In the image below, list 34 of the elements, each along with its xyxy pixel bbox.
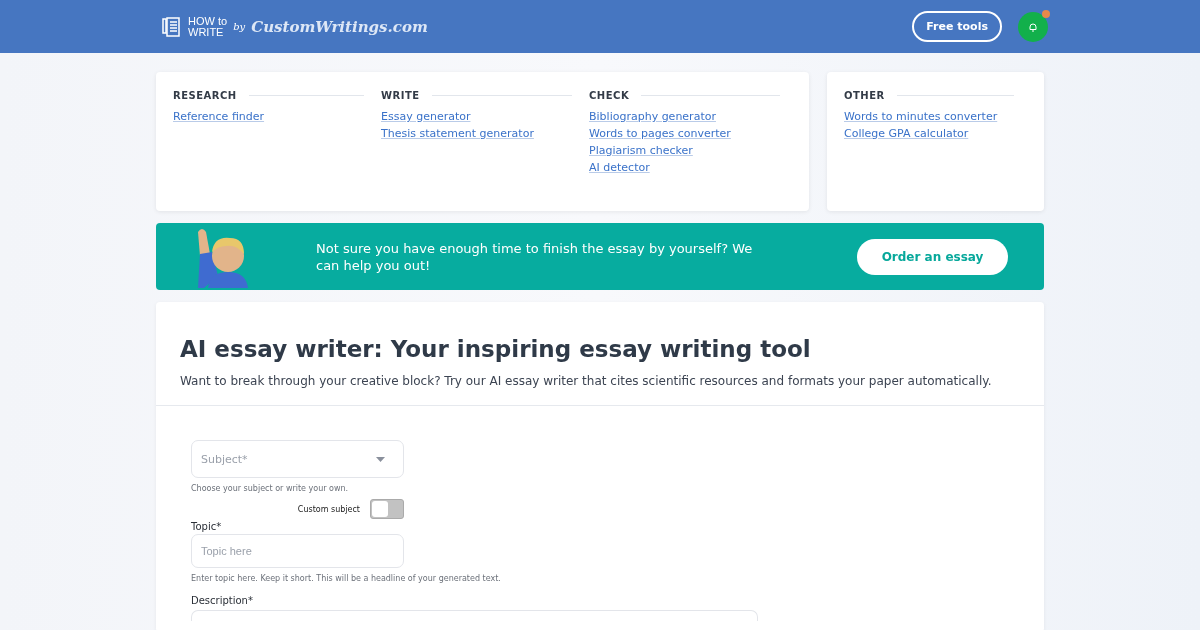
tool-link[interactable]: Words to pages converter [589, 127, 780, 140]
topic-hint: Enter topic here. Keep it short. This will be a headline of your generated text. [191, 574, 501, 583]
tool-link[interactable]: Plagiarism checker [589, 144, 780, 157]
menu-heading: CHECK [589, 90, 630, 101]
dropdown-caret-icon [376, 456, 385, 462]
bell-icon [1028, 21, 1038, 32]
topic-input[interactable]: Topic here [191, 534, 404, 568]
page-subtitle: Want to break through your creative block? Try our AI essay writer that cites scientific resources and formats your paper automatically. [180, 374, 993, 388]
page-title: AI essay writer: Your inspiring essay writing tool [180, 336, 812, 362]
tool-link[interactable]: Bibliography generator [589, 110, 780, 123]
tool-link[interactable]: Essay generator [381, 110, 572, 123]
menu-heading: OTHER [844, 90, 885, 101]
notebook-icon [160, 15, 182, 38]
custom-subject-toggle[interactable] [370, 499, 404, 519]
description-field[interactable] [191, 610, 758, 621]
logo-by: by [233, 21, 246, 32]
logo-text: HOW to WRITE [188, 15, 228, 38]
menu-heading: WRITE [381, 90, 420, 101]
tool-link[interactable]: Reference finder [173, 110, 364, 123]
banner-text: Not sure you have enough time to finish the essay by yourself? We can help you out! [316, 239, 754, 274]
free-tools-button[interactable]: Free tools [912, 11, 1002, 42]
custom-subject-label: Custom subject [297, 504, 360, 514]
tool-link[interactable]: Thesis statement generator [381, 127, 572, 140]
tool-link[interactable]: AI detector [589, 161, 780, 174]
tool-link[interactable]: College GPA calculator [844, 127, 1014, 140]
menu-heading: RESEARCH [173, 90, 237, 101]
subject-select[interactable]: Subject* [191, 440, 404, 478]
description-label: Description* [191, 595, 254, 606]
subject-hint: Choose your subject or write your own. [191, 484, 349, 493]
notification-button[interactable] [1018, 11, 1048, 42]
order-essay-button[interactable]: Order an essay [857, 238, 1008, 275]
tool-link[interactable]: Words to minutes converter [844, 110, 1014, 123]
brand-logo[interactable]: CustomWritings.com [251, 17, 428, 36]
topic-label: Topic* [191, 521, 223, 532]
